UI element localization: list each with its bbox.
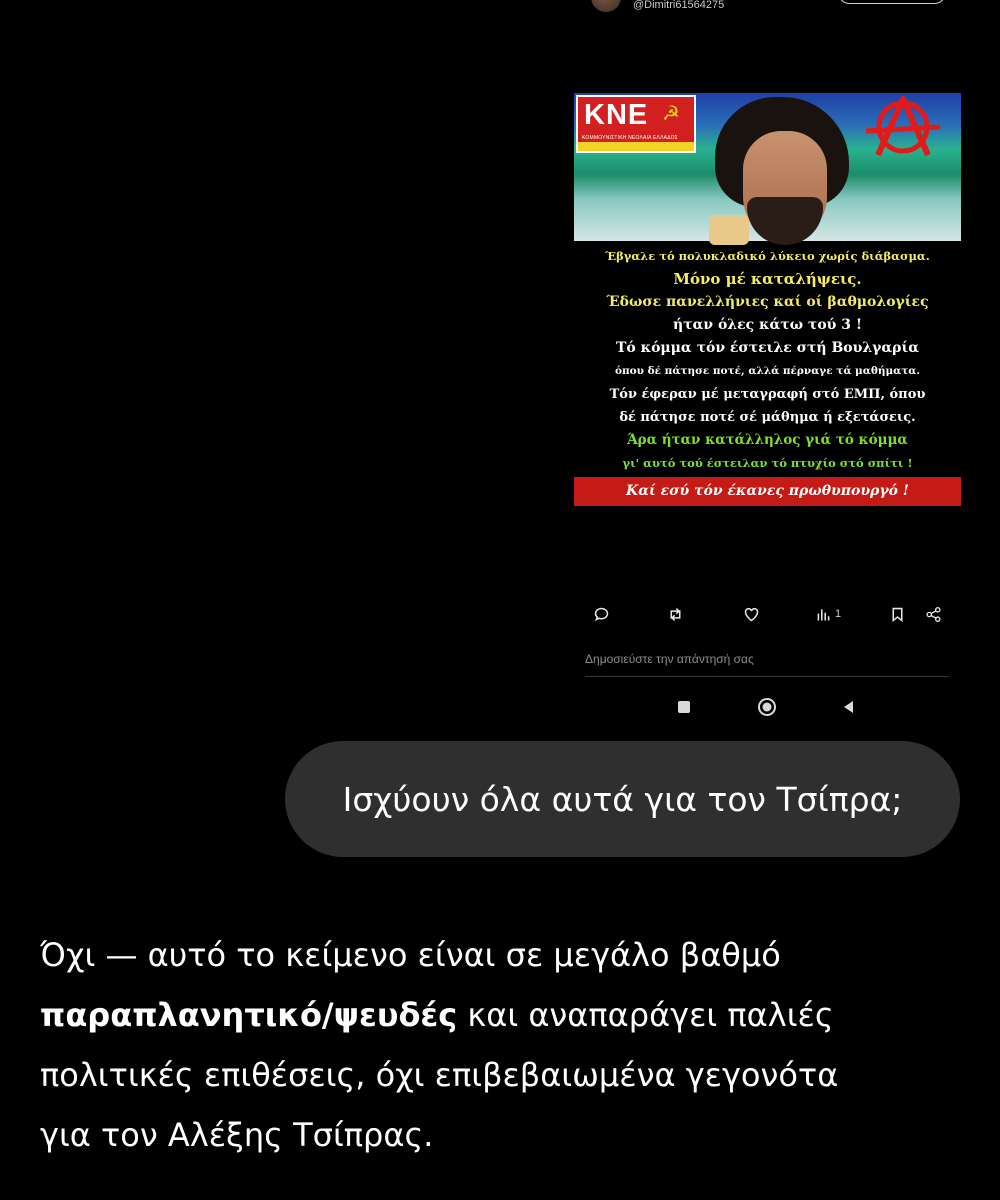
views-button[interactable]: 1	[815, 602, 841, 626]
bar-chart-icon	[817, 608, 830, 620]
bookmark-icon	[892, 607, 903, 622]
tweet-image[interactable]: KNE ☭ ΚΟΜΜΟΥΝΙΣΤΙΚΗ ΝΕΟΛΑΙΑ ΕΛΛΑΔΟΣ Έβγα…	[574, 93, 961, 506]
android-navbar	[660, 694, 880, 720]
home-circle-icon	[758, 698, 776, 716]
hammer-sickle-icon: ☭	[662, 101, 680, 125]
share-icon	[926, 606, 941, 622]
retweet-button[interactable]	[667, 602, 684, 626]
avatar[interactable]	[591, 0, 621, 12]
retweet-icon	[670, 607, 681, 621]
user-handle[interactable]: @Dimitri61564275	[633, 0, 724, 11]
answer-line: Όχι — αυτό το κείμενο είναι σε μεγάλο βα…	[40, 936, 781, 974]
reply-button[interactable]	[593, 602, 610, 626]
home-button[interactable]	[757, 697, 777, 717]
bookmark-button[interactable]	[889, 602, 906, 626]
share-button[interactable]	[925, 602, 942, 626]
answer-line: για τον Αλέξης Τσίπρας.	[40, 1116, 434, 1154]
square-icon	[678, 701, 690, 713]
heart-icon	[744, 607, 759, 621]
assistant-answer: Όχι — αυτό το κείμενο είναι σε μεγάλο βα…	[40, 925, 970, 1165]
answer-line: παραπλανητικό/ψευδές και αναπαράγει παλι…	[40, 996, 834, 1034]
meme-footer: Καί εσύ τόν έκανες πρωθυπουργό !	[574, 477, 961, 506]
tweet-actions: 1	[585, 600, 955, 628]
person-photo	[709, 97, 857, 247]
meme-caption: Έβγαλε τό πολυκλαδικό λύκειο χωρίς διάβα…	[605, 249, 930, 470]
recents-button[interactable]	[674, 697, 694, 717]
anarchy-symbol-icon	[865, 96, 941, 157]
user-message-text: Ισχύουν όλα αυτά για τον Τσίπρα;	[342, 779, 903, 819]
answer-bold: παραπλανητικό/ψευδές	[40, 996, 458, 1034]
user-message-bubble: Ισχύουν όλα αυτά για τον Τσίπρα;	[285, 741, 960, 857]
tweet-header: @Dimitri61564275	[585, 0, 955, 12]
follow-button[interactable]	[837, 0, 947, 4]
back-button[interactable]	[839, 697, 859, 717]
reply-input[interactable]: Δημοσιεύστε την απάντησή σας	[585, 652, 949, 677]
kne-logo: KNE ☭ ΚΟΜΜΟΥΝΙΣΤΙΚΗ ΝΕΟΛΑΙΑ ΕΛΛΑΔΟΣ	[576, 95, 696, 153]
comment-icon	[594, 607, 609, 621]
like-button[interactable]	[743, 602, 760, 626]
back-triangle-icon	[844, 701, 853, 713]
views-count: 1	[835, 608, 842, 620]
answer-line: πολιτικές επιθέσεις, όχι επιβεβαιωμένα γ…	[40, 1056, 839, 1094]
